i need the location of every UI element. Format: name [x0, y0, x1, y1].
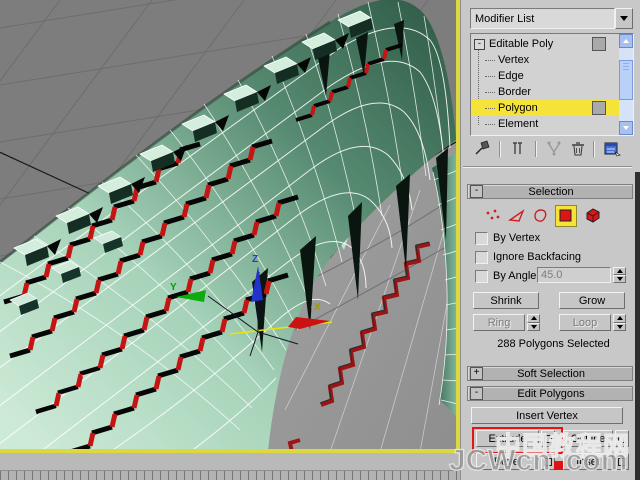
by-angle-label: By Angle: [493, 270, 540, 282]
outline-button[interactable]: Outline [563, 430, 613, 447]
inset-button[interactable]: Inset [563, 453, 613, 470]
by-angle-spinner[interactable] [613, 267, 626, 283]
scroll-up-button[interactable] [619, 34, 633, 48]
border-mode-icon[interactable] [531, 207, 551, 228]
stack-row-edge[interactable]: Edge [471, 68, 619, 84]
rollout-title: Selection [528, 185, 574, 198]
inset-settings-button[interactable] [615, 453, 629, 470]
scroll-down-button[interactable] [619, 121, 633, 135]
subobject-buttons [461, 204, 640, 228]
spinner-down-icon [616, 277, 623, 281]
subobject-indicator-icon [592, 37, 606, 51]
stack-row-editable-poly[interactable]: - Editable Poly [471, 36, 619, 52]
edit-polygons-rollout-header[interactable]: - Edit Polygons [467, 386, 633, 401]
spinner-down-icon [530, 324, 537, 329]
collapse-icon[interactable]: - [470, 185, 483, 198]
loop-spinner[interactable] [613, 314, 626, 331]
settings-box-icon [544, 457, 552, 466]
spinner-up-icon [616, 316, 623, 321]
gizmo-y-label: Y [170, 282, 177, 293]
insert-vertex-button[interactable]: Insert Vertex [471, 407, 623, 424]
stack-toolbar [461, 140, 640, 160]
remove-modifier-icon[interactable] [569, 140, 589, 158]
rollout-title: Soft Selection [517, 367, 585, 380]
arrow-down-icon [623, 126, 629, 130]
make-unique-icon[interactable] [545, 140, 565, 158]
3dsmax-screenshot: Y Z X Modifier List - Editable Poly Vert… [0, 0, 640, 480]
by-angle-input[interactable] [537, 267, 611, 283]
expand-icon[interactable]: + [470, 367, 483, 380]
stack-row-element[interactable]: Element [471, 116, 619, 132]
selection-status: 288 Polygons Selected [497, 338, 610, 350]
edge-mode-icon[interactable] [507, 207, 527, 228]
arrow-up-icon [623, 39, 629, 43]
selection-rollout-header[interactable]: - Selection [467, 184, 633, 199]
loop-button[interactable]: Loop [559, 314, 611, 331]
ignore-backfacing-checkbox[interactable] [475, 251, 488, 264]
spinner-down-icon [616, 324, 623, 329]
stack-row-polygon-selected[interactable]: Polygon [471, 100, 619, 116]
stack-row-vertex[interactable]: Vertex [471, 52, 619, 68]
settings-box-icon [544, 434, 552, 443]
collapse-icon[interactable]: - [470, 387, 483, 400]
pin-stack-icon[interactable] [473, 140, 493, 158]
vertex-mode-icon[interactable] [483, 207, 503, 228]
rollout-title: Edit Polygons [517, 387, 585, 400]
bevel-settings-button[interactable] [541, 453, 555, 470]
status-strip [0, 453, 460, 480]
polygon-mode-icon-active[interactable] [555, 205, 577, 227]
stack-root-label: Editable Poly [489, 38, 554, 50]
stack-scrollbar[interactable] [619, 34, 633, 135]
soft-selection-rollout-header[interactable]: + Soft Selection [467, 366, 633, 381]
settings-box-icon [618, 457, 626, 466]
by-vertex-label: By Vertex [493, 232, 541, 244]
by-angle-checkbox[interactable] [475, 270, 488, 283]
subobject-indicator-icon [592, 101, 606, 115]
ring-button[interactable]: Ring [473, 314, 525, 331]
spinner-up-icon [616, 269, 623, 273]
grow-button[interactable]: Grow [559, 292, 625, 309]
viewport-3d-scene: Y Z X [0, 0, 456, 449]
chevron-down-icon [620, 16, 628, 21]
ignore-backfacing-label: Ignore Backfacing [493, 251, 582, 263]
panel-scrollbar[interactable] [635, 172, 640, 480]
divider [463, 166, 632, 168]
ring-spinner[interactable] [527, 314, 540, 331]
modifier-list-dropdown[interactable]: Modifier List [470, 8, 633, 29]
tree-collapse-icon[interactable]: - [474, 38, 485, 50]
extrude-settings-button[interactable] [541, 430, 555, 447]
settings-box-icon [618, 434, 626, 443]
shrink-button[interactable]: Shrink [473, 292, 539, 309]
stack-row-border[interactable]: Border [471, 84, 619, 100]
modifier-stack: - Editable Poly Vertex Edge Border Polyg… [470, 33, 634, 136]
modifier-list-value[interactable]: Modifier List [470, 8, 615, 29]
show-end-result-icon[interactable] [509, 140, 529, 158]
gizmo-z-label: Z [252, 254, 258, 265]
by-vertex-checkbox[interactable] [475, 232, 488, 245]
extrude-button[interactable]: Extrude [476, 430, 539, 447]
element-mode-icon[interactable] [583, 206, 603, 227]
track-bar[interactable] [0, 470, 460, 480]
command-panel: Modifier List - Editable Poly Vertex Edg… [460, 0, 640, 480]
dropdown-button[interactable] [615, 8, 633, 29]
gizmo-x-label: X [314, 302, 321, 313]
outline-settings-button[interactable] [615, 430, 629, 447]
configure-modifier-sets-icon[interactable] [603, 140, 623, 158]
bevel-button[interactable]: Bevel [476, 453, 539, 470]
spinner-up-icon [530, 316, 537, 321]
scrollbar-thumb[interactable] [619, 60, 633, 100]
perspective-viewport[interactable]: Y Z X [0, 0, 460, 453]
